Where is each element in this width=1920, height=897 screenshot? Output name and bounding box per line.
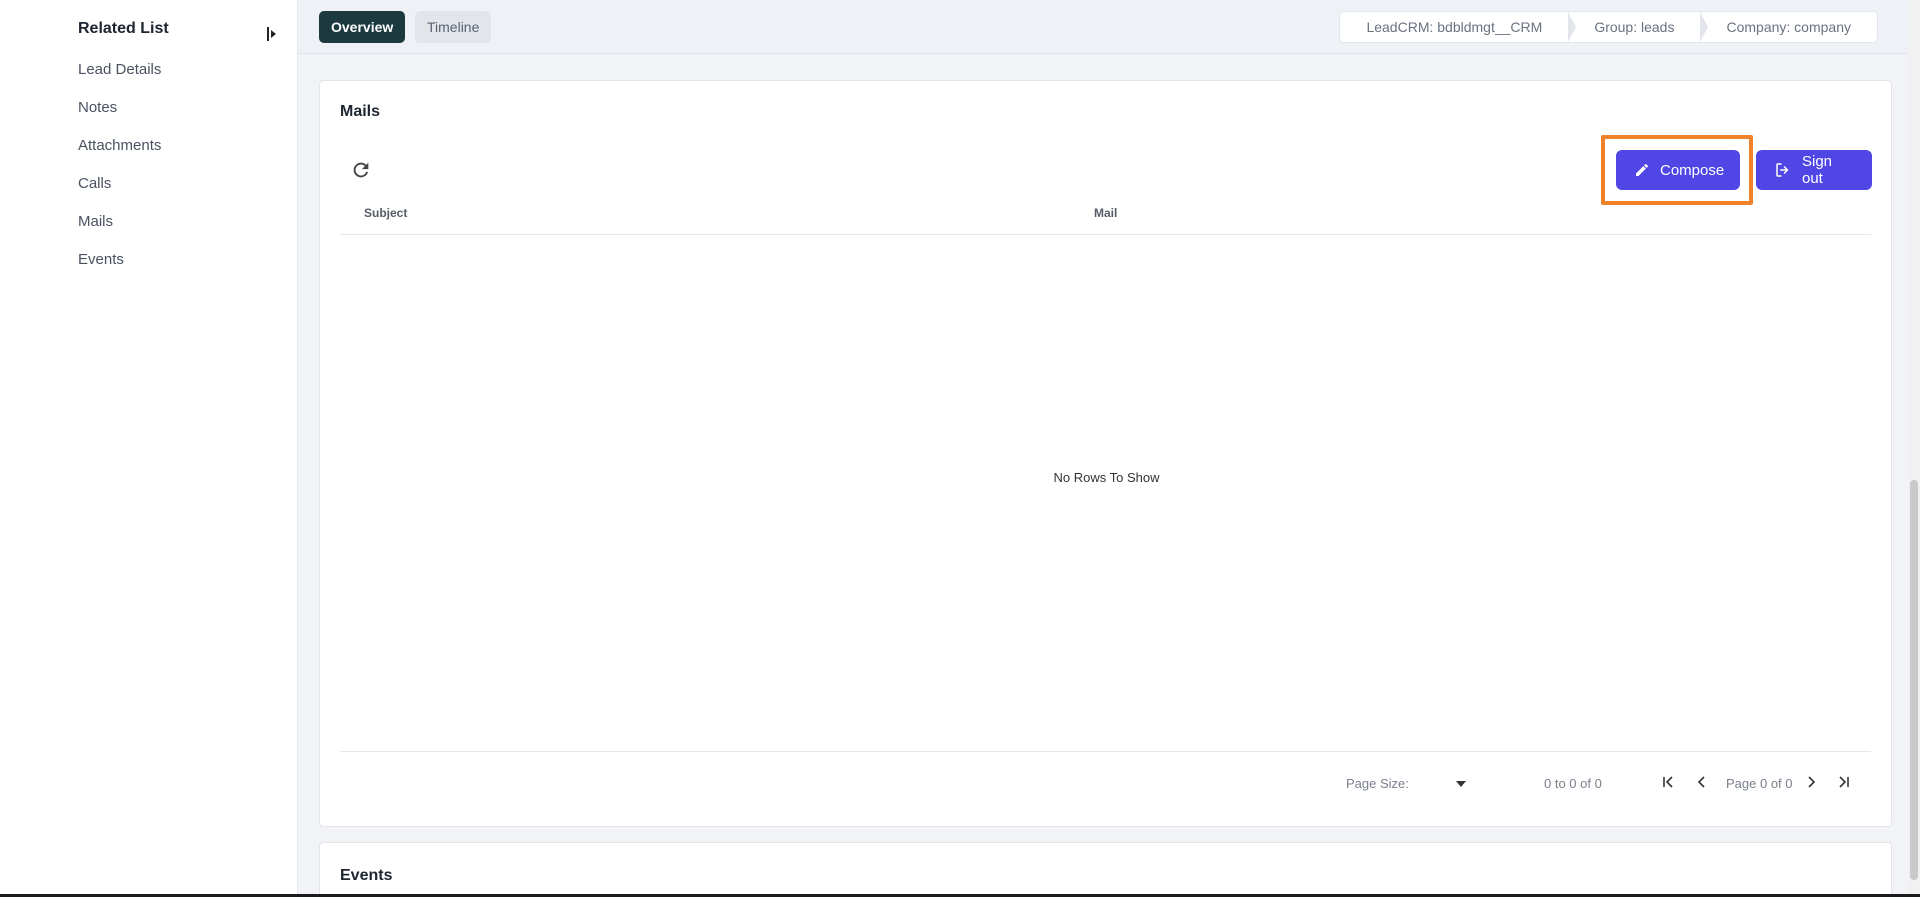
column-header-mail[interactable]: Mail	[1094, 206, 1117, 220]
mails-card: Mails Compose Sign out Subject Mail No R…	[319, 80, 1892, 827]
related-list-sidebar: Related List Lead Details Notes Attachme…	[0, 0, 298, 897]
breadcrumb-company[interactable]: Company: company	[1700, 12, 1877, 42]
prev-page-icon[interactable]	[1694, 774, 1710, 790]
collapse-icon[interactable]	[266, 26, 278, 42]
scrollbar-track[interactable]	[1908, 0, 1920, 897]
sidebar-item-mails[interactable]: Mails	[78, 210, 161, 248]
sign-out-button[interactable]: Sign out	[1756, 150, 1872, 190]
breadcrumb: LeadCRM: bdbldmgt__CRM Group: leads Comp…	[1339, 11, 1878, 43]
sidebar-item-calls[interactable]: Calls	[78, 172, 161, 210]
breadcrumb-leadcrm[interactable]: LeadCRM: bdbldmgt__CRM	[1340, 12, 1577, 42]
table-header: Subject Mail	[340, 191, 1871, 235]
compose-button[interactable]: Compose	[1616, 150, 1740, 190]
mails-title: Mails	[340, 103, 381, 120]
sign-out-label: Sign out	[1802, 153, 1833, 187]
sidebar-title: Related List	[78, 20, 169, 37]
row-range-label: 0 to 0 of 0	[1544, 776, 1602, 791]
refresh-icon[interactable]	[350, 159, 372, 181]
scrollbar-thumb[interactable]	[1910, 480, 1918, 880]
caret-down-icon[interactable]	[1456, 781, 1466, 787]
sidebar-item-events[interactable]: Events	[78, 248, 161, 286]
tab-overview[interactable]: Overview	[319, 11, 406, 43]
top-bar: Overview Timeline LeadCRM: bdbldmgt__CRM…	[298, 0, 1908, 54]
tab-timeline[interactable]: Timeline	[415, 11, 492, 43]
empty-table-message: No Rows To Show	[1053, 470, 1160, 485]
page-info-label: Page 0 of 0	[1726, 776, 1793, 791]
events-title: Events	[340, 867, 393, 884]
sidebar-item-notes[interactable]: Notes	[78, 96, 161, 134]
sidebar-item-lead-details[interactable]: Lead Details	[78, 58, 161, 96]
sidebar-list: Lead Details Notes Attachments Calls Mai…	[78, 58, 161, 286]
page-size-label: Page Size:	[1346, 776, 1409, 791]
main-content: Overview Timeline LeadCRM: bdbldmgt__CRM…	[298, 0, 1908, 897]
compose-label: Compose	[1660, 161, 1725, 179]
next-page-icon[interactable]	[1803, 774, 1819, 790]
pencil-icon	[1636, 163, 1649, 176]
last-page-icon[interactable]	[1836, 774, 1852, 790]
sidebar-item-attachments[interactable]: Attachments	[78, 134, 161, 172]
breadcrumb-group[interactable]: Group: leads	[1568, 12, 1709, 42]
column-header-subject[interactable]: Subject	[364, 206, 407, 220]
pagination-bar: Page Size: 0 to 0 of 0 Page 0 of 0	[340, 751, 1871, 811]
logout-icon	[1776, 163, 1789, 177]
events-card: Events	[319, 842, 1892, 897]
first-page-icon[interactable]	[1660, 774, 1676, 790]
